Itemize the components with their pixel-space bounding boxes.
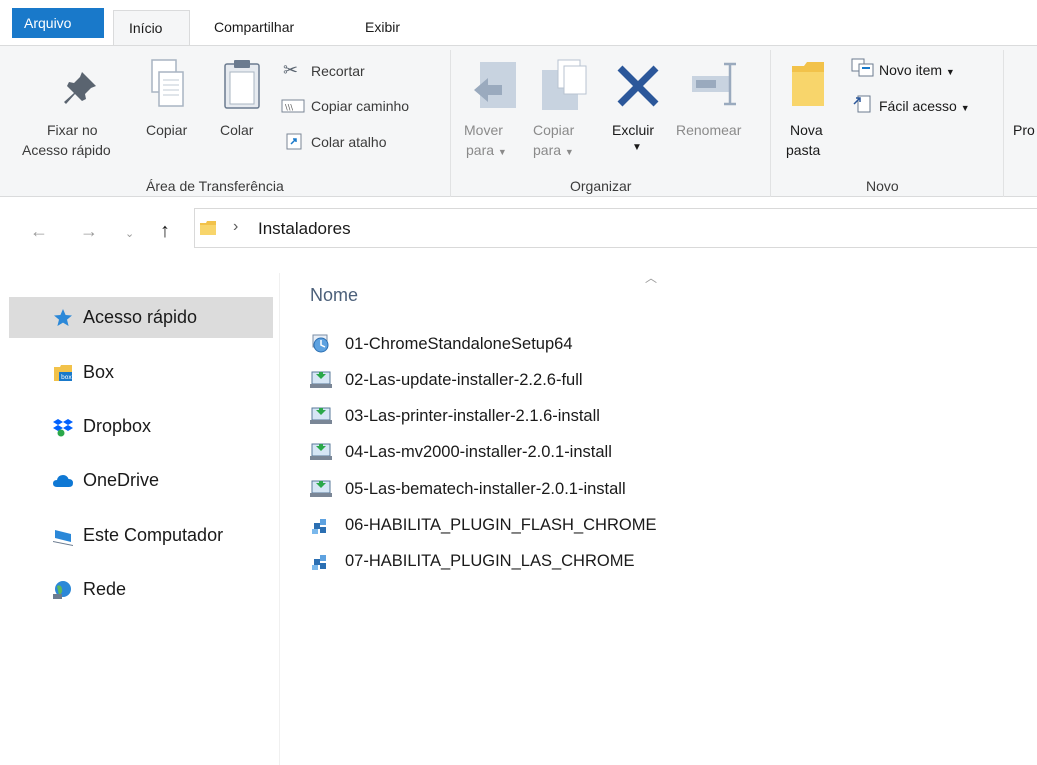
file-item[interactable]: 06-HABILITA_PLUGIN_FLASH_CHROME bbox=[310, 513, 656, 537]
file-item[interactable]: 07-HABILITA_PLUGIN_LAS_CHROME bbox=[310, 549, 634, 573]
sort-ascending-icon: ︿ bbox=[645, 271, 658, 285]
new-folder-label-line2: pasta bbox=[786, 142, 821, 158]
computer-icon bbox=[53, 530, 73, 546]
file-name: 02-Las-update-installer-2.2.6-full bbox=[345, 371, 583, 389]
new-folder-icon bbox=[792, 62, 824, 106]
ribbon-separator bbox=[1003, 50, 1004, 198]
rename-label: Renomear bbox=[676, 122, 742, 138]
star-icon bbox=[54, 309, 72, 326]
pin-icon bbox=[64, 72, 96, 104]
registry-file-icon bbox=[312, 519, 326, 534]
copy-to-icon bbox=[542, 59, 587, 110]
nav-item-label: Box bbox=[83, 362, 115, 382]
file-name: 06-HABILITA_PLUGIN_FLASH_CHROME bbox=[345, 516, 657, 534]
copy-icon bbox=[151, 59, 184, 107]
installer-icon bbox=[310, 371, 332, 388]
paste-shortcut-icon bbox=[286, 133, 302, 150]
rename-icon bbox=[692, 62, 736, 106]
file-item[interactable]: 01-ChromeStandaloneSetup64 bbox=[310, 332, 573, 356]
column-header-name[interactable]: Nome bbox=[310, 283, 358, 307]
easy-access-icon bbox=[853, 95, 871, 113]
new-folder-label-line1: Nova bbox=[790, 122, 823, 138]
copy-to-label-line1: Copiar bbox=[533, 122, 575, 138]
file-name: 03-Las-printer-installer-2.1.6-install bbox=[345, 407, 600, 425]
dropbox-icon bbox=[53, 419, 73, 437]
navigation-pane: Acesso rápido box Box Dropbox OneDrive E… bbox=[0, 273, 280, 765]
setup-exe-icon bbox=[312, 334, 329, 353]
nav-item-rede[interactable]: Rede bbox=[9, 569, 273, 610]
delete-x-icon bbox=[617, 65, 659, 107]
svg-text:\\\: \\\ bbox=[285, 103, 293, 112]
new-item-icon bbox=[851, 58, 874, 77]
nav-item-este-computador[interactable]: Este Computador bbox=[9, 515, 273, 556]
nav-item-acesso-rapido[interactable]: Acesso rápido bbox=[9, 297, 273, 338]
file-item[interactable]: 03-Las-printer-installer-2.1.6-install bbox=[310, 404, 600, 428]
forward-arrow-icon[interactable]: → bbox=[80, 219, 98, 243]
move-to-label-line1: Mover bbox=[464, 122, 503, 138]
tab-compartilhar[interactable]: Compartilhar bbox=[214, 10, 294, 45]
back-arrow-icon[interactable]: ← bbox=[30, 219, 48, 243]
ribbon-separator bbox=[450, 50, 451, 198]
easy-access-label: Fácil acesso ▼ bbox=[879, 98, 970, 114]
up-arrow-icon[interactable]: ↑ bbox=[160, 219, 170, 243]
cut-label: Recortar bbox=[311, 63, 365, 79]
svg-text:box: box bbox=[61, 374, 72, 381]
copy-path-label: Copiar caminho bbox=[311, 98, 410, 114]
navigation-bar: ← → ⌄ ↑ › Instaladores bbox=[0, 197, 1037, 273]
nav-item-label: Dropbox bbox=[83, 416, 152, 436]
tab-exibir[interactable]: Exibir bbox=[365, 10, 400, 45]
copy-label: Copiar bbox=[146, 122, 188, 138]
file-item[interactable]: 04-Las-mv2000-installer-2.0.1-install bbox=[310, 440, 612, 464]
scissors-icon: ✂ bbox=[283, 60, 299, 80]
properties-button[interactable]: Pro bbox=[1013, 120, 1035, 140]
onedrive-cloud-icon bbox=[53, 475, 73, 487]
ribbon-tab-bar: Arquivo Início Compartilhar Exibir bbox=[0, 0, 1037, 45]
tab-inicio[interactable]: Início bbox=[113, 10, 190, 45]
ribbon-home: Fixar no Acesso rápido Copiar Colar ✂ Re… bbox=[0, 45, 1037, 198]
group-label-new: Novo bbox=[866, 178, 899, 194]
nav-item-onedrive[interactable]: OneDrive bbox=[9, 460, 273, 501]
ribbon-separator bbox=[770, 50, 771, 198]
file-list: ︿ Nome 01-ChromeStandaloneSetup64 02-Las… bbox=[280, 271, 1037, 765]
box-folder-icon: box bbox=[54, 365, 72, 381]
file-name: 01-ChromeStandaloneSetup64 bbox=[345, 335, 573, 353]
nav-item-label: Este Computador bbox=[83, 525, 224, 545]
nav-item-label: Rede bbox=[83, 579, 127, 599]
registry-file-icon bbox=[312, 555, 326, 570]
nav-item-dropbox[interactable]: Dropbox bbox=[9, 406, 273, 447]
nav-item-label: OneDrive bbox=[83, 470, 160, 490]
paste-label: Colar bbox=[220, 122, 254, 138]
file-item[interactable]: 02-Las-update-installer-2.2.6-full bbox=[310, 368, 583, 392]
installer-icon bbox=[310, 407, 332, 424]
pin-label-line2: Acesso rápido bbox=[22, 142, 111, 158]
nav-item-label: Acesso rápido bbox=[83, 307, 198, 327]
file-name: 05-Las-bematech-installer-2.0.1-install bbox=[345, 480, 626, 498]
file-item[interactable]: 05-Las-bematech-installer-2.0.1-install bbox=[310, 477, 626, 501]
breadcrumb-separator-icon[interactable]: › bbox=[233, 217, 238, 237]
installer-icon bbox=[310, 480, 332, 497]
file-name: 04-Las-mv2000-installer-2.0.1-install bbox=[345, 443, 612, 461]
installer-icon bbox=[310, 443, 332, 460]
group-label-clipboard: Área de Transferência bbox=[146, 178, 284, 194]
delete-dropdown-arrow-icon[interactable]: ▼ bbox=[632, 138, 642, 158]
group-label-organize: Organizar bbox=[570, 178, 632, 194]
copy-to-label-line2: para ▼ bbox=[533, 142, 574, 158]
tab-arquivo[interactable]: Arquivo bbox=[12, 8, 104, 38]
copy-path-icon: \\\ bbox=[281, 99, 305, 113]
file-name: 07-HABILITA_PLUGIN_LAS_CHROME bbox=[345, 552, 635, 570]
delete-label: Excluir bbox=[612, 122, 655, 138]
network-icon bbox=[53, 581, 71, 599]
move-to-icon bbox=[474, 62, 516, 108]
nav-item-box[interactable]: box Box bbox=[9, 352, 273, 393]
move-to-label-line2: para ▼ bbox=[466, 142, 507, 158]
folder-icon bbox=[200, 221, 216, 235]
pin-label-line1: Fixar no bbox=[47, 122, 98, 138]
recent-locations-chevron-icon[interactable]: ⌄ bbox=[125, 222, 134, 246]
breadcrumb-current-folder[interactable]: Instaladores bbox=[258, 219, 351, 239]
paste-clipboard-icon bbox=[224, 60, 260, 109]
paste-shortcut-label: Colar atalho bbox=[311, 134, 387, 150]
new-item-label: Novo item ▼ bbox=[879, 62, 955, 78]
address-bar[interactable]: › Instaladores bbox=[194, 208, 1037, 248]
